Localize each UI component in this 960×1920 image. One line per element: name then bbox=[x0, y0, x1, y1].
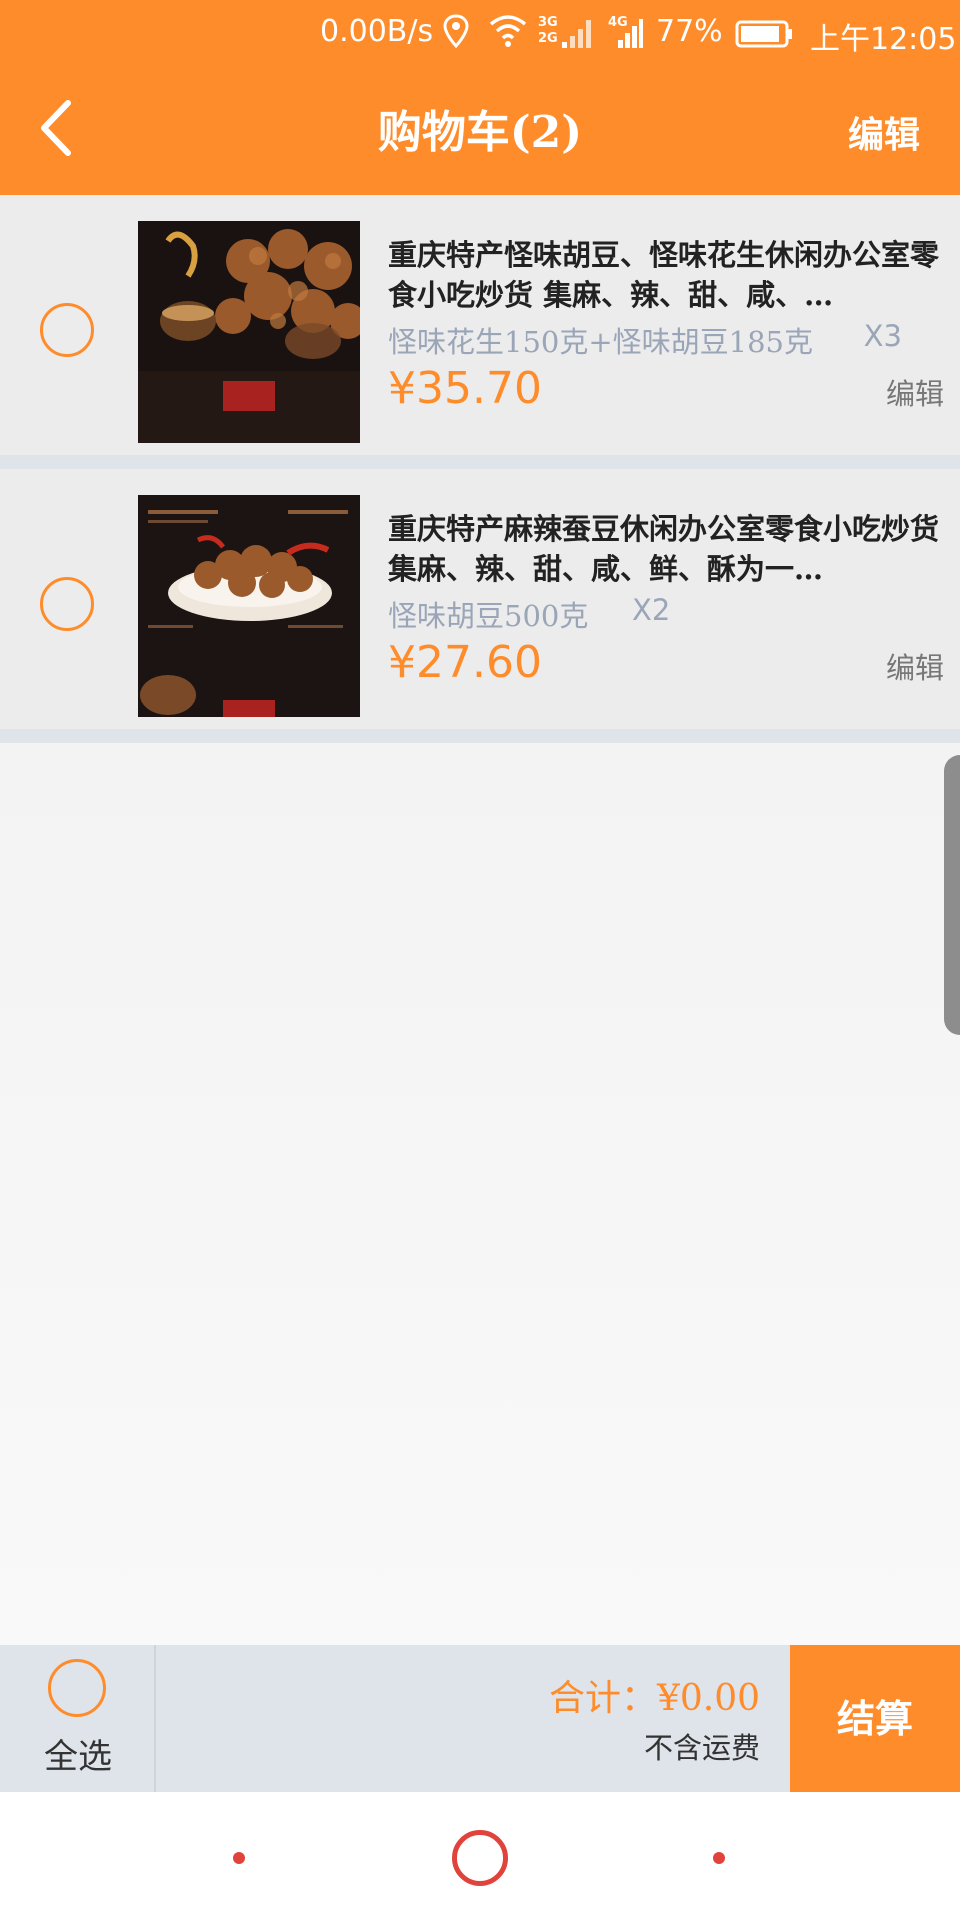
page-title: 购物车(2) bbox=[377, 107, 583, 158]
item-divider bbox=[0, 455, 960, 469]
item-spec: 怪味胡豆500克 bbox=[388, 599, 589, 633]
item-title[interactable]: 重庆特产怪味胡豆、怪味花生休闲办公室零食小吃炒货 集麻、辣、甜、咸、… bbox=[388, 235, 948, 315]
status-bar: 0.00B/s 3G 2G 4G 77% 上午12:05 bbox=[0, 0, 960, 68]
shipping-note: 不含运费 bbox=[643, 1731, 760, 1765]
nav-back-dot[interactable] bbox=[233, 1852, 245, 1864]
location-icon bbox=[443, 14, 469, 56]
header-edit-button[interactable]: 编辑 bbox=[848, 106, 920, 158]
status-time: 上午12:05 bbox=[810, 22, 957, 57]
battery-percent: 77% bbox=[656, 14, 723, 49]
select-all-checkbox[interactable] bbox=[48, 1659, 106, 1717]
select-all-toggle[interactable]: 全选 bbox=[0, 1645, 156, 1792]
net-speed: 0.00B/s bbox=[320, 14, 434, 49]
nav-recent-dot[interactable] bbox=[713, 1852, 725, 1864]
checkout-bar: 全选 合计：¥0.00 不含运费 结算 bbox=[0, 1645, 960, 1792]
total-amount: 合计：¥0.00 bbox=[548, 1678, 760, 1719]
sim1-network-label: 3G bbox=[538, 15, 558, 30]
nav-home-button[interactable] bbox=[452, 1830, 508, 1886]
select-all-label: 全选 bbox=[44, 1737, 112, 1777]
cart-list: 重庆特产怪味胡豆、怪味花生休闲办公室零食小吃炒货 集麻、辣、甜、咸、… 怪味花生… bbox=[0, 195, 960, 743]
item-price: ¥35.70 bbox=[388, 363, 542, 414]
battery-icon bbox=[735, 20, 795, 56]
item-quantity: X3 bbox=[863, 319, 902, 353]
wifi-icon bbox=[488, 12, 528, 56]
item-edit-button[interactable]: 编辑 bbox=[886, 645, 944, 687]
product-thumbnail[interactable] bbox=[138, 495, 360, 717]
item-edit-button[interactable]: 编辑 bbox=[886, 371, 944, 413]
sim1-network-label-2: 2G bbox=[538, 31, 558, 46]
item-select-checkbox[interactable] bbox=[40, 577, 94, 631]
item-spec: 怪味花生150克+怪味胡豆185克 bbox=[388, 325, 814, 359]
checkout-button[interactable]: 结算 bbox=[790, 1645, 960, 1792]
product-thumbnail[interactable] bbox=[138, 221, 360, 443]
cart-item[interactable]: 重庆特产麻辣蚕豆休闲办公室零食小吃炒货 集麻、辣、甜、咸、鲜、酥为一… 怪味胡豆… bbox=[0, 469, 960, 729]
item-price: ¥27.60 bbox=[388, 637, 542, 688]
system-nav-bar bbox=[0, 1792, 960, 1920]
item-divider bbox=[0, 729, 960, 743]
item-quantity: X2 bbox=[632, 593, 671, 627]
top-bar: 0.00B/s 3G 2G 4G 77% 上午12:05 购物车(2) 编辑 bbox=[0, 0, 960, 195]
item-select-checkbox[interactable] bbox=[40, 303, 94, 357]
app-header: 购物车(2) 编辑 bbox=[0, 68, 960, 195]
cart-item[interactable]: 重庆特产怪味胡豆、怪味花生休闲办公室零食小吃炒货 集麻、辣、甜、咸、… 怪味花生… bbox=[0, 195, 960, 455]
scroll-handle[interactable] bbox=[944, 755, 960, 1035]
item-title[interactable]: 重庆特产麻辣蚕豆休闲办公室零食小吃炒货 集麻、辣、甜、咸、鲜、酥为一… bbox=[388, 509, 948, 589]
